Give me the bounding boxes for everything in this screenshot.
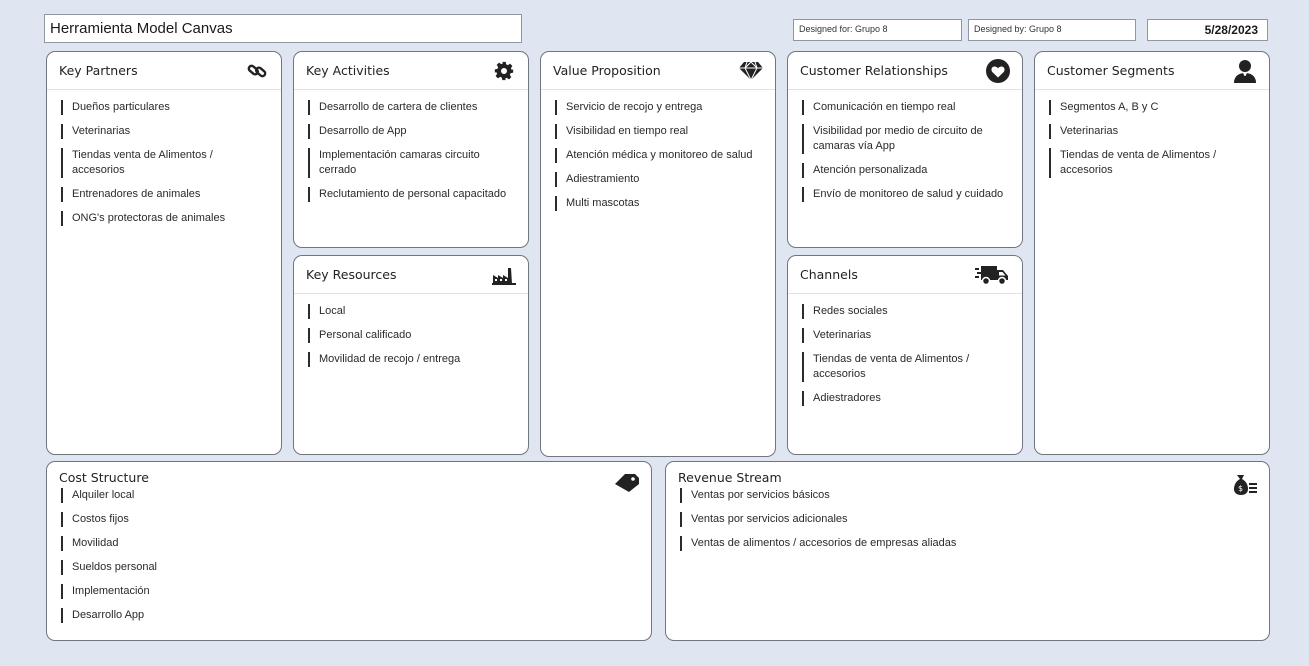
- user-icon: [1233, 59, 1257, 83]
- key-partners-header: Key Partners: [47, 52, 281, 90]
- list-item: Veterinarias: [61, 124, 267, 139]
- factory-icon: [492, 263, 516, 287]
- customer-segments-block: Customer Segments Segmentos A, B y C Vet…: [1034, 51, 1270, 455]
- list-item: Alquiler local: [61, 488, 637, 503]
- key-partners-block: Key Partners Dueños particulares Veterin…: [46, 51, 282, 455]
- key-activities-list: Desarrollo de cartera de clientes Desarr…: [294, 90, 528, 202]
- key-resources-title: Key Resources: [306, 267, 397, 282]
- list-item: Visibilidad en tiempo real: [555, 124, 761, 139]
- channels-block: Channels Redes sociales Veterinarias Tie…: [787, 255, 1023, 455]
- value-proposition-header: Value Proposition: [541, 52, 775, 90]
- cost-structure-title: Cost Structure: [59, 469, 149, 485]
- revenue-stream-title: Revenue Stream: [678, 469, 782, 485]
- heart-icon: [986, 58, 1010, 83]
- list-item: Costos fijos: [61, 512, 637, 527]
- list-item: Ventas de alimentos / accesorios de empr…: [680, 536, 961, 551]
- list-item: Tiendas de venta de Alimentos / accesori…: [1049, 148, 1255, 178]
- channels-list: Redes sociales Veterinarias Tiendas de v…: [788, 294, 1022, 406]
- list-item: Atención médica y monitoreo de salud: [555, 148, 761, 163]
- tag-icon: [615, 471, 639, 495]
- list-item: Entrenadores de animales: [61, 187, 267, 202]
- list-item: Visibilidad por medio de circuito de cam…: [802, 124, 1008, 154]
- list-item: Servicio de recojo y entrega: [555, 100, 761, 115]
- customer-relationships-list: Comunicación en tiempo real Visibilidad …: [788, 90, 1022, 202]
- list-item: Desarrollo de App: [308, 124, 514, 139]
- svg-text:$: $: [1238, 484, 1243, 493]
- key-activities-header: Key Activities: [294, 52, 528, 90]
- list-item: Envío de monitoreo de salud y cuidado: [802, 187, 1008, 202]
- designed-for-field[interactable]: Designed for: Grupo 8: [793, 19, 962, 41]
- key-partners-title: Key Partners: [59, 63, 138, 78]
- list-item: ONG's protectoras de animales: [61, 211, 267, 226]
- list-item: Segmentos A, B y C: [1049, 100, 1255, 115]
- list-item: Personal calificado: [308, 328, 514, 343]
- list-item: Multi mascotas: [555, 196, 761, 211]
- value-proposition-block: Value Proposition Servicio de recojo y e…: [540, 51, 776, 457]
- list-item: Sueldos personal: [61, 560, 637, 575]
- customer-segments-list: Segmentos A, B y C Veterinarias Tiendas …: [1035, 90, 1269, 178]
- key-resources-header: Key Resources: [294, 256, 528, 294]
- diamond-icon: [739, 59, 763, 83]
- cost-structure-list: Alquiler local Costos fijos Movilidad Su…: [47, 488, 651, 623]
- canvas-title-field[interactable]: Herramienta Model Canvas: [44, 14, 522, 43]
- channels-title: Channels: [800, 267, 858, 282]
- list-item: Ventas por servicios básicos: [680, 488, 1255, 503]
- key-resources-list: Local Personal calificado Movilidad de r…: [294, 294, 528, 367]
- list-item: Tiendas venta de Alimentos / accesorios: [61, 148, 267, 178]
- list-item: Reclutamiento de personal capacitado: [308, 187, 514, 202]
- truck-icon: [974, 263, 1010, 287]
- customer-relationships-title: Customer Relationships: [800, 63, 948, 78]
- cost-structure-block: Cost Structure Alquiler local Costos fij…: [46, 461, 652, 641]
- list-item: Implementación camaras circuito cerrado: [308, 148, 514, 178]
- channels-header: Channels: [788, 256, 1022, 294]
- revenue-stream-block: Revenue Stream $ Ventas por servicios bá…: [665, 461, 1270, 641]
- key-activities-block: Key Activities Desarrollo de cartera de …: [293, 51, 529, 248]
- list-item: Atención personalizada: [802, 163, 1008, 178]
- revenue-stream-header: Revenue Stream $: [666, 462, 1269, 495]
- list-item: Local: [308, 304, 514, 319]
- list-item: Veterinarias: [802, 328, 1008, 343]
- list-item: Comunicación en tiempo real: [802, 100, 1008, 115]
- revenue-stream-list: Ventas por servicios básicos Ventas por …: [666, 488, 1269, 551]
- list-item: Implementación: [61, 584, 637, 599]
- gear-icon: [492, 59, 516, 83]
- money-bag-icon: $: [1233, 472, 1257, 496]
- list-item: Desarrollo App: [61, 608, 637, 623]
- list-item: Adiestradores: [802, 391, 1008, 406]
- value-proposition-title: Value Proposition: [553, 63, 661, 78]
- key-activities-title: Key Activities: [306, 63, 390, 78]
- customer-relationships-header: Customer Relationships: [788, 52, 1022, 90]
- key-resources-block: Key Resources Local Personal calificado …: [293, 255, 529, 455]
- date-field[interactable]: 5/28/2023: [1147, 19, 1268, 41]
- customer-relationships-block: Customer Relationships Comunicación en t…: [787, 51, 1023, 248]
- list-item: Adiestramiento: [555, 172, 761, 187]
- list-item: Movilidad: [61, 536, 637, 551]
- list-item: Desarrollo de cartera de clientes: [308, 100, 514, 115]
- list-item: Redes sociales: [802, 304, 1008, 319]
- list-item: Ventas por servicios adicionales: [680, 512, 1255, 527]
- list-item: Movilidad de recojo / entrega: [308, 352, 514, 367]
- list-item: Dueños particulares: [61, 100, 267, 115]
- customer-segments-header: Customer Segments: [1035, 52, 1269, 90]
- link-icon: [245, 59, 269, 83]
- customer-segments-title: Customer Segments: [1047, 63, 1175, 78]
- list-item: Tiendas de venta de Alimentos / accesori…: [802, 352, 1008, 382]
- list-item: Veterinarias: [1049, 124, 1255, 139]
- designed-by-field[interactable]: Designed by: Grupo 8: [968, 19, 1136, 41]
- cost-structure-header: Cost Structure: [47, 462, 651, 492]
- value-proposition-list: Servicio de recojo y entrega Visibilidad…: [541, 90, 775, 211]
- key-partners-list: Dueños particulares Veterinarias Tiendas…: [47, 90, 281, 226]
